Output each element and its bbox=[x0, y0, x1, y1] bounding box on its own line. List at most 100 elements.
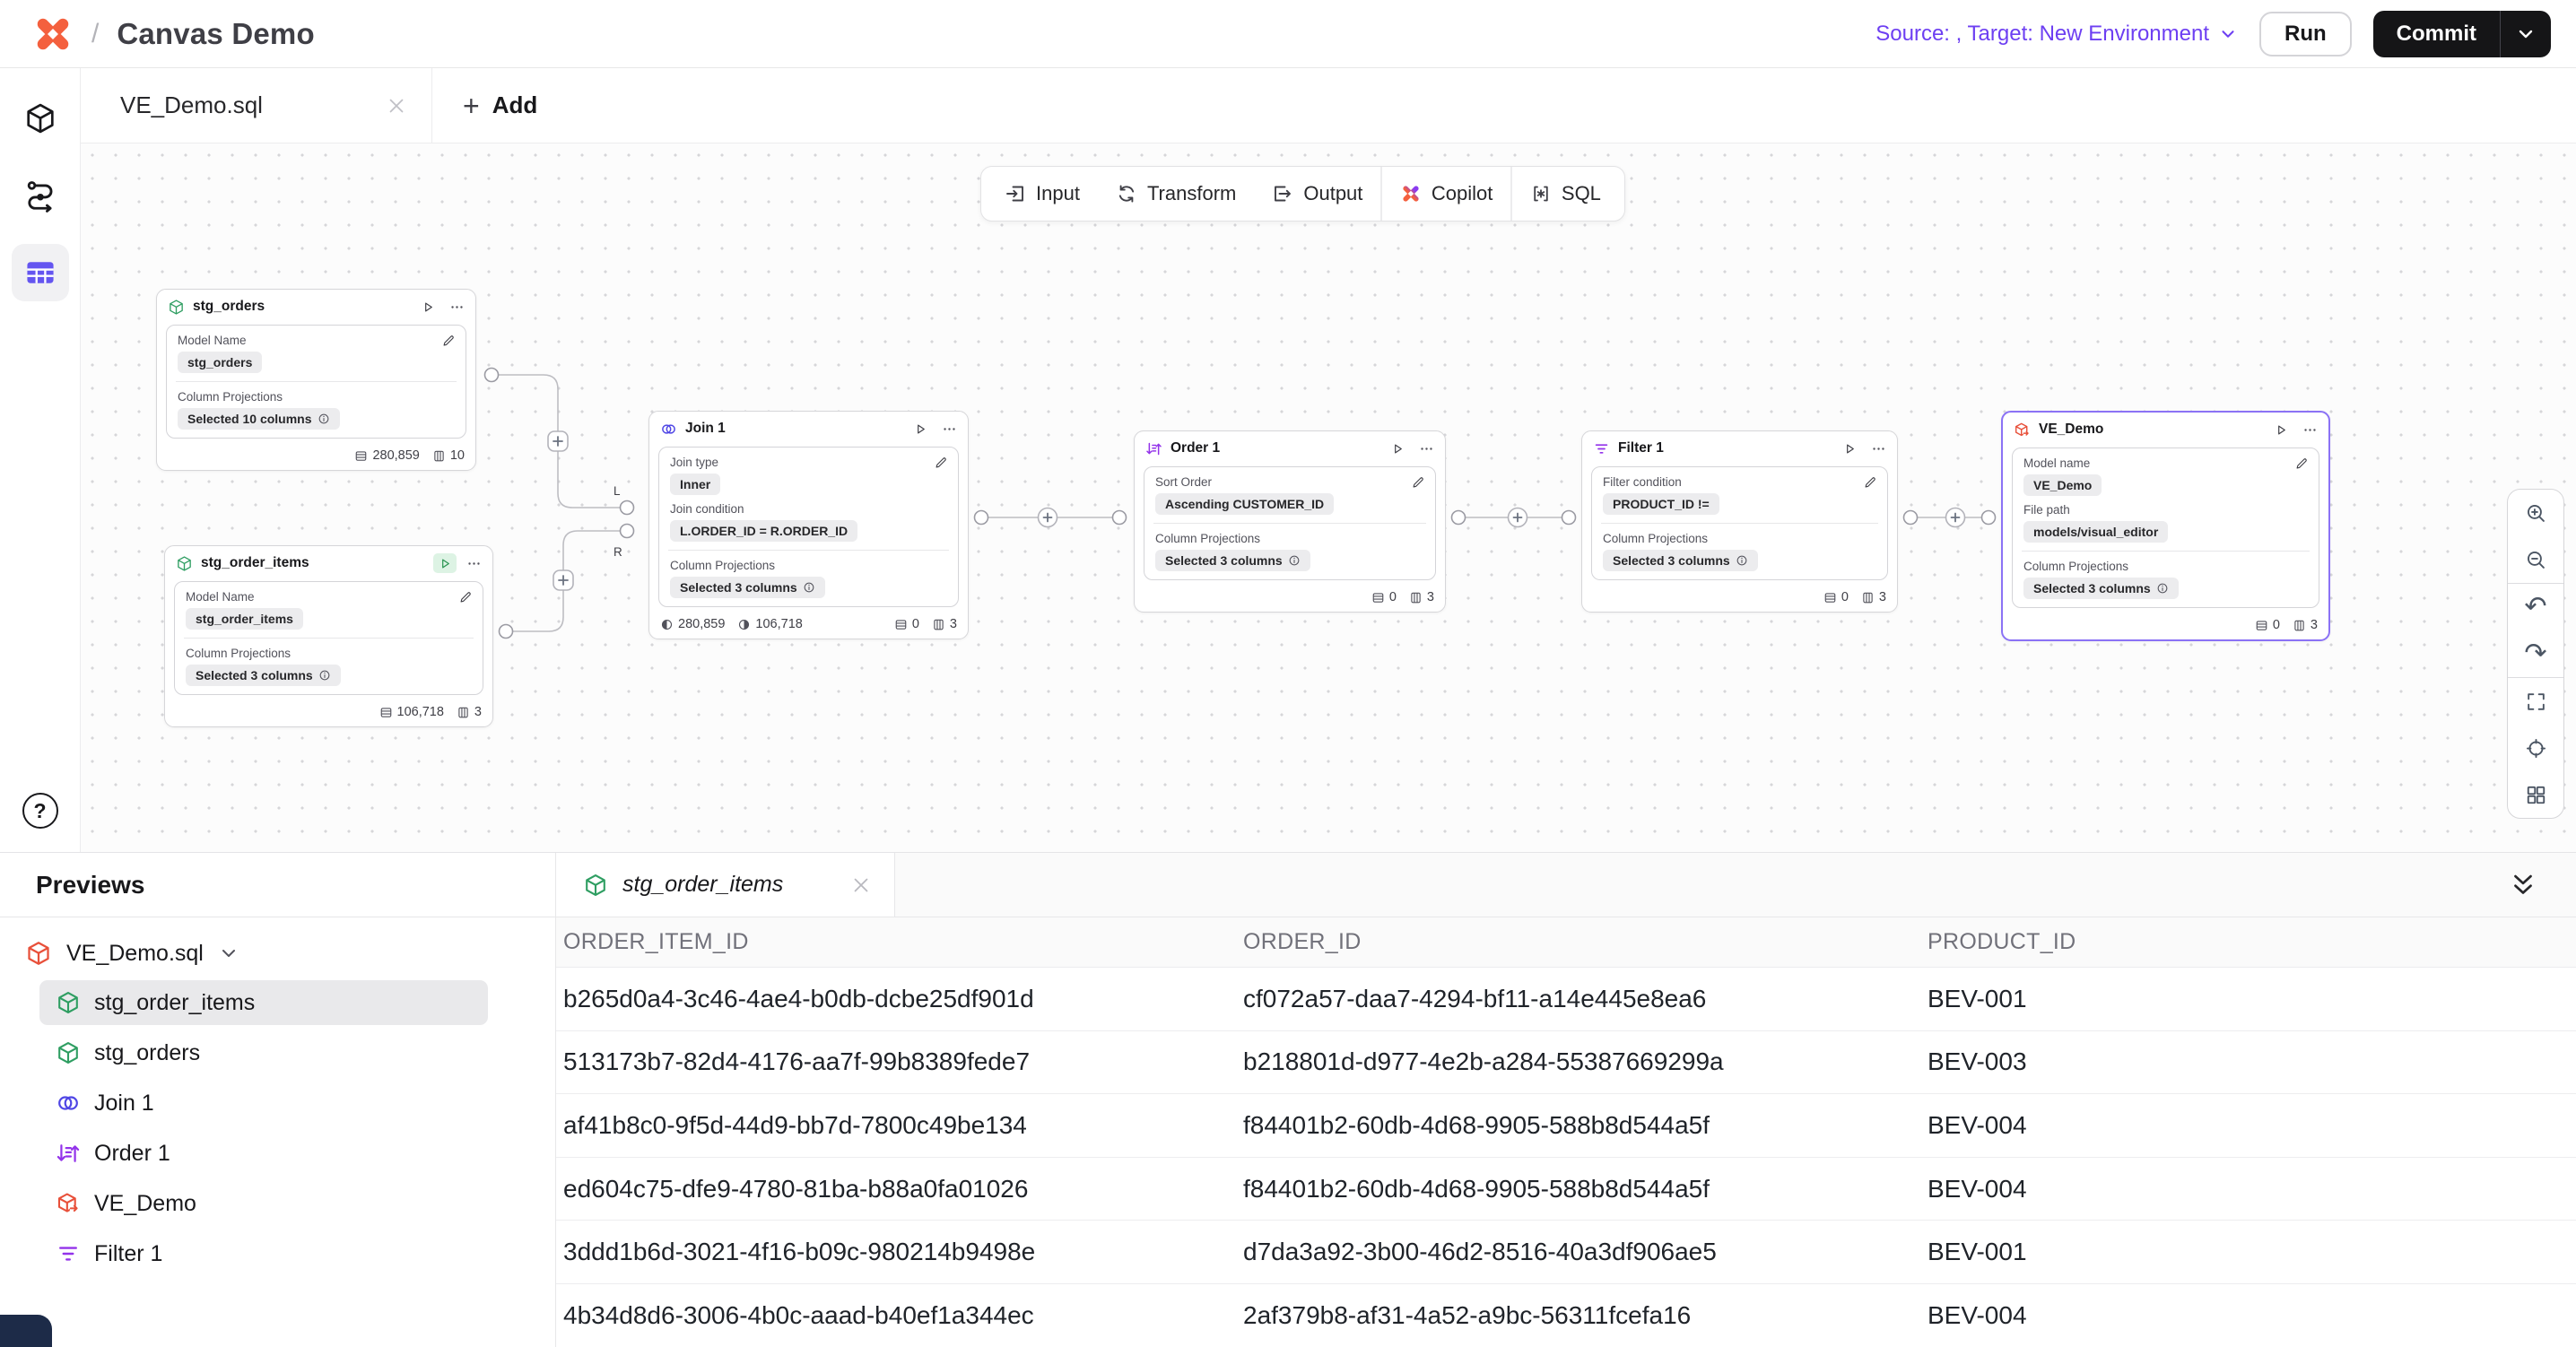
canvas[interactable]: L R Input Transform Output Copilot SQL bbox=[81, 143, 2576, 852]
node-header: VE_Demo bbox=[2003, 413, 2328, 447]
dbt-logo-icon[interactable] bbox=[32, 13, 74, 55]
node-menu-button[interactable] bbox=[2302, 422, 2318, 438]
copilot-button[interactable]: Copilot bbox=[1382, 167, 1510, 221]
node-menu-button[interactable] bbox=[1419, 441, 1434, 456]
output-model-cube-icon bbox=[56, 1191, 81, 1216]
output-port[interactable] bbox=[975, 511, 988, 525]
edit-icon[interactable] bbox=[1863, 475, 1877, 490]
sidebar-item-lineage[interactable] bbox=[12, 167, 69, 224]
node-menu-button[interactable] bbox=[466, 556, 482, 571]
field-label: Join condition bbox=[670, 502, 947, 516]
divider bbox=[1153, 523, 1426, 524]
environment-selector[interactable]: Source: , Target: New Environment bbox=[1875, 22, 2238, 47]
output-port[interactable] bbox=[500, 625, 513, 639]
node-stg-orders[interactable]: stg_orders Model Name stg_orders Column … bbox=[156, 289, 476, 471]
sql-button[interactable]: SQL bbox=[1512, 167, 1619, 221]
tab-ve-demo-sql[interactable]: VE_Demo.sql bbox=[81, 68, 432, 143]
node-stg-order-items[interactable]: stg_order_items Model Name stg_order_ite… bbox=[164, 545, 493, 727]
field-label: Model Name bbox=[178, 334, 455, 347]
node-title: Order 1 bbox=[1171, 440, 1378, 456]
node-filter-1[interactable]: Filter 1 Filter condition PRODUCT_ID != … bbox=[1581, 430, 1898, 613]
play-icon bbox=[1843, 442, 1857, 456]
output-port[interactable] bbox=[1452, 511, 1466, 525]
run-node-button[interactable] bbox=[1386, 439, 1409, 458]
edit-icon[interactable] bbox=[2294, 456, 2309, 471]
zoom-in-button[interactable] bbox=[2508, 490, 2563, 536]
node-menu-button[interactable] bbox=[942, 421, 957, 437]
input-port[interactable] bbox=[1113, 511, 1127, 525]
close-icon[interactable] bbox=[385, 94, 408, 117]
run-button[interactable]: Run bbox=[2259, 12, 2352, 56]
zoom-out-button[interactable] bbox=[2508, 536, 2563, 583]
collapse-panel-button[interactable] bbox=[2508, 870, 2538, 900]
model-name-pill[interactable]: stg_orders bbox=[178, 352, 262, 373]
node-menu-button[interactable] bbox=[1871, 441, 1886, 456]
tree-item-stg-order-items[interactable]: stg_order_items bbox=[39, 980, 488, 1025]
editor-tab-bar: VE_Demo.sql + Add bbox=[81, 68, 2576, 143]
undo-button[interactable]: ↶ bbox=[2508, 584, 2563, 630]
sidebar-item-models[interactable] bbox=[12, 90, 69, 147]
filter-condition-pill[interactable]: PRODUCT_ID != bbox=[1603, 493, 1719, 515]
add-input-button[interactable]: Input bbox=[987, 167, 1098, 221]
commit-button[interactable]: Commit bbox=[2373, 11, 2500, 57]
layout-button[interactable] bbox=[2508, 771, 2563, 818]
edit-icon[interactable] bbox=[441, 334, 456, 348]
run-node-button[interactable] bbox=[2269, 420, 2293, 439]
cube-icon bbox=[23, 101, 57, 135]
commit-dropdown-button[interactable] bbox=[2501, 11, 2551, 57]
tree-item-filter-1[interactable]: Filter 1 bbox=[39, 1231, 488, 1276]
add-output-button[interactable]: Output bbox=[1254, 167, 1380, 221]
projections-pill[interactable]: Selected 3 columns bbox=[1603, 550, 1758, 571]
edit-icon[interactable] bbox=[1411, 475, 1425, 490]
help-button[interactable]: ? bbox=[12, 782, 69, 839]
projections-pill[interactable]: Selected 3 columns bbox=[670, 577, 825, 598]
close-icon[interactable] bbox=[849, 873, 873, 897]
tree-item-join-1[interactable]: Join 1 bbox=[39, 1081, 488, 1125]
run-node-button[interactable] bbox=[909, 419, 932, 439]
node-header: stg_order_items bbox=[165, 546, 492, 580]
output-port[interactable] bbox=[1904, 511, 1918, 525]
node-join-1[interactable]: Join 1 Join type Inner Join condition L.… bbox=[648, 411, 969, 639]
run-node-button[interactable] bbox=[416, 297, 439, 317]
projections-pill[interactable]: Selected 3 columns bbox=[186, 665, 341, 686]
node-menu-button[interactable] bbox=[449, 300, 465, 315]
join-right-input-port[interactable] bbox=[621, 525, 634, 538]
join-condition-pill[interactable]: L.ORDER_ID = R.ORDER_ID bbox=[670, 520, 857, 542]
canvas-controls: ↶ ↷ bbox=[2507, 489, 2564, 819]
tree-root-ve-demo-sql[interactable]: VE_Demo.sql bbox=[25, 934, 555, 973]
run-node-button[interactable] bbox=[433, 553, 457, 573]
add-tab-button[interactable]: + Add bbox=[463, 68, 537, 143]
fit-view-button[interactable] bbox=[2508, 678, 2563, 725]
input-port[interactable] bbox=[1982, 511, 1996, 525]
run-node-button[interactable] bbox=[1838, 439, 1861, 458]
field-label: Column Projections bbox=[670, 559, 947, 572]
file-path-pill[interactable]: models/visual_editor bbox=[2023, 521, 2168, 543]
center-button[interactable] bbox=[2508, 725, 2563, 771]
tree-item-order-1[interactable]: Order 1 bbox=[39, 1131, 488, 1176]
join-type-pill[interactable]: Inner bbox=[670, 474, 720, 495]
node-ve-demo[interactable]: VE_Demo Model name VE_Demo File path mod… bbox=[2001, 411, 2330, 641]
output-port[interactable] bbox=[485, 369, 499, 382]
sort-order-pill[interactable]: Ascending CUSTOMER_ID bbox=[1155, 493, 1334, 515]
projections-pill[interactable]: Selected 3 columns bbox=[2023, 578, 2179, 599]
sidebar-item-canvas[interactable] bbox=[12, 244, 69, 301]
node-header: Order 1 bbox=[1135, 431, 1445, 465]
add-transform-button[interactable]: Transform bbox=[1098, 167, 1254, 221]
edit-icon[interactable] bbox=[458, 590, 473, 604]
preview-tab-stg-order-items[interactable]: stg_order_items bbox=[556, 853, 895, 917]
projections-pill[interactable]: Selected 10 columns bbox=[178, 408, 340, 430]
node-order-1[interactable]: Order 1 Sort Order Ascending CUSTOMER_ID… bbox=[1134, 430, 1446, 613]
input-port[interactable] bbox=[1562, 511, 1576, 525]
projections-pill[interactable]: Selected 3 columns bbox=[1155, 550, 1310, 571]
previews-title: Previews bbox=[0, 853, 555, 917]
assistant-widget[interactable] bbox=[0, 1315, 52, 1347]
double-chevron-down-icon bbox=[2508, 870, 2538, 900]
tree-item-ve-demo[interactable]: VE_Demo bbox=[39, 1181, 488, 1226]
model-name-pill[interactable]: VE_Demo bbox=[2023, 474, 2102, 496]
redo-button[interactable]: ↷ bbox=[2508, 630, 2563, 677]
model-name-pill[interactable]: stg_order_items bbox=[186, 608, 303, 630]
chevron-down-icon[interactable] bbox=[218, 943, 239, 964]
tree-item-stg-orders[interactable]: stg_orders bbox=[39, 1030, 488, 1075]
edit-icon[interactable] bbox=[934, 456, 948, 470]
join-left-input-port[interactable] bbox=[621, 501, 634, 515]
